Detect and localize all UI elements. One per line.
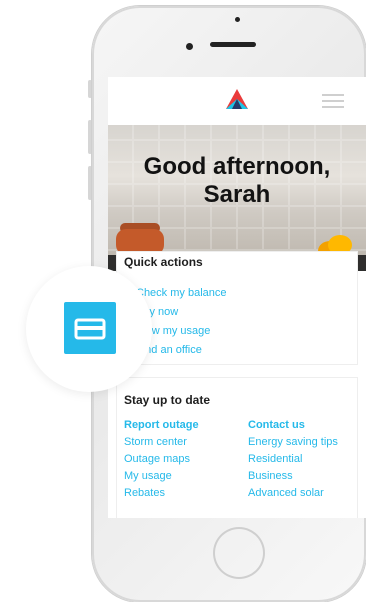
- credit-card-icon[interactable]: [64, 302, 116, 354]
- quick-actions-title: Quick actions: [124, 255, 203, 269]
- phone-speaker: [210, 42, 256, 47]
- contact-us-heading[interactable]: Contact us: [248, 419, 305, 431]
- phone-sensor-dot: [235, 17, 240, 22]
- greeting-line: Good afternoon,: [143, 153, 331, 180]
- quick-action-check-balance[interactable]: Check my balance: [136, 287, 227, 299]
- advanced-solar-link[interactable]: Advanced solar: [248, 487, 324, 499]
- business-link[interactable]: Business: [248, 470, 293, 482]
- phone-home-button[interactable]: [213, 527, 265, 579]
- hamburger-menu-icon[interactable]: [322, 94, 344, 108]
- my-usage-link[interactable]: My usage: [124, 470, 172, 482]
- greeting-name: Sarah: [203, 181, 271, 208]
- app-screen: Good afternoon, Sarah Quick actions ▮ Ch…: [108, 77, 366, 518]
- storm-center-link[interactable]: Storm center: [124, 436, 187, 448]
- energy-saving-tips-link[interactable]: Energy saving tips: [248, 436, 338, 448]
- stay-up-to-date-title: Stay up to date: [124, 393, 211, 407]
- report-outage-heading[interactable]: Report outage: [124, 419, 199, 431]
- triangle-logo-icon[interactable]: [224, 87, 250, 113]
- phone-camera: [186, 43, 193, 50]
- hero-greeting: Good afternoon, Sarah: [108, 153, 366, 209]
- hero-image: Good afternoon, Sarah: [108, 125, 366, 271]
- residential-link[interactable]: Residential: [248, 453, 302, 465]
- outage-maps-link[interactable]: Outage maps: [124, 453, 190, 465]
- rebates-link[interactable]: Rebates: [124, 487, 165, 499]
